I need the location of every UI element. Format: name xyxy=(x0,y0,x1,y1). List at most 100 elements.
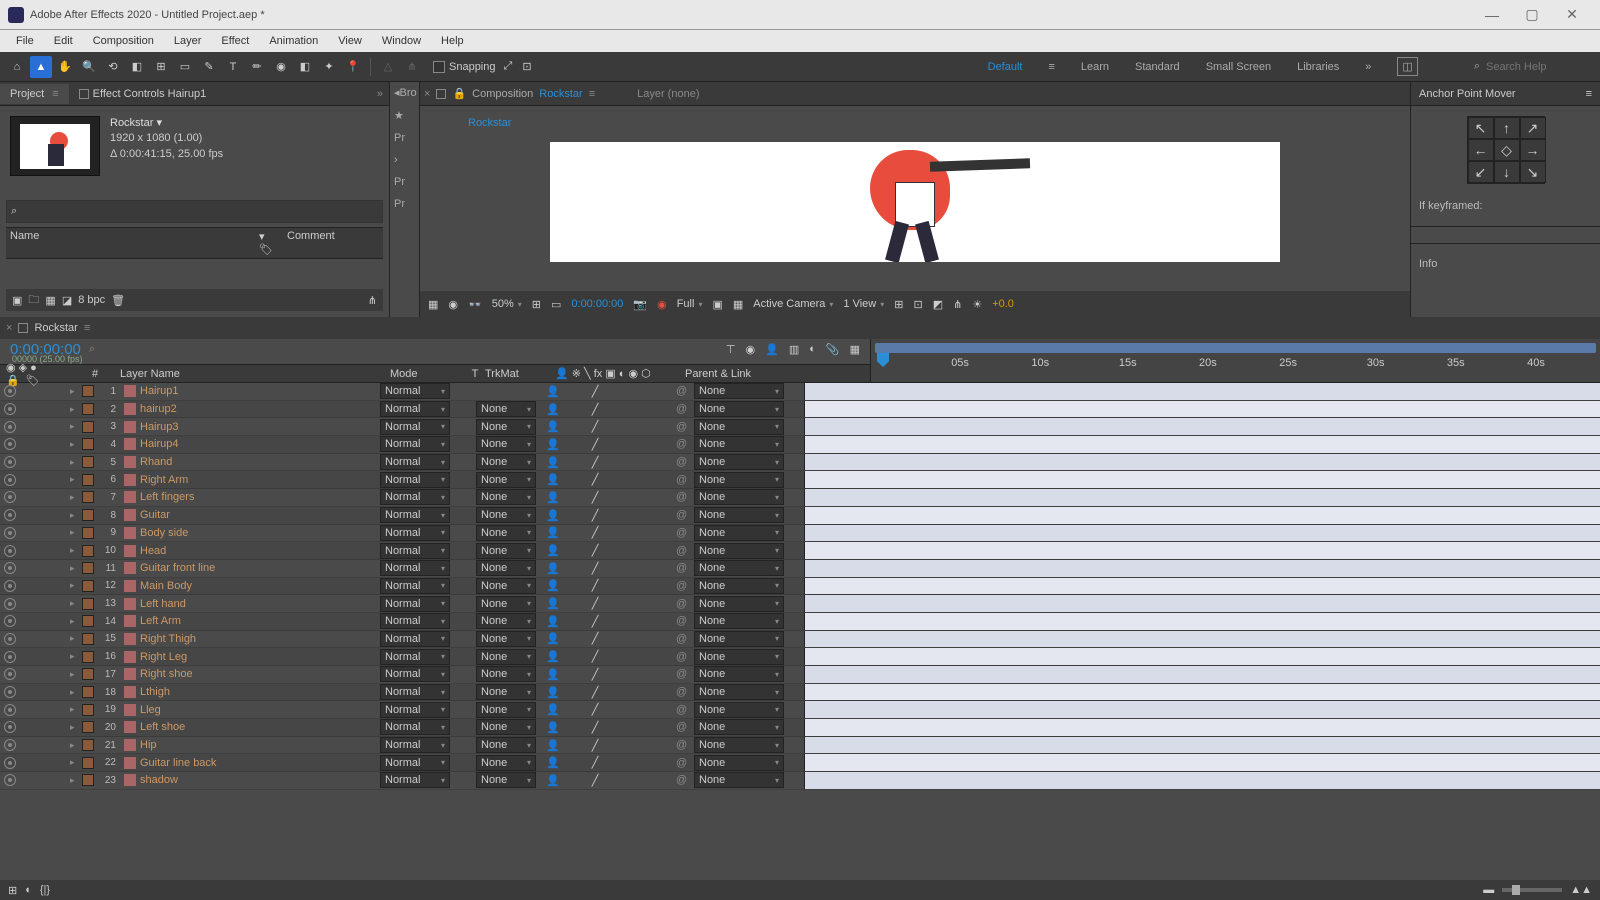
toggle-modes-icon[interactable]: ◐ xyxy=(25,884,32,896)
pickwhip-icon[interactable]: @ xyxy=(676,668,694,680)
layer-row[interactable]: ▸ 11 Guitar front line Normal▾ None▾ 👤╱ … xyxy=(0,560,1600,578)
pickwhip-icon[interactable]: @ xyxy=(676,474,694,486)
collapse-switch[interactable]: ╱ xyxy=(592,615,599,628)
visibility-toggle[interactable] xyxy=(4,739,16,751)
pickwhip-icon[interactable]: @ xyxy=(676,438,694,450)
layer-bar[interactable] xyxy=(804,631,1600,648)
parent-dropdown[interactable]: None▾ xyxy=(694,489,784,505)
help-search[interactable]: ⌕ xyxy=(1474,60,1586,73)
parent-dropdown[interactable]: None▾ xyxy=(694,613,784,629)
col-layer-name[interactable]: Layer Name xyxy=(120,368,390,380)
collapse-switch[interactable]: ╱ xyxy=(592,703,599,716)
trkmat-dropdown[interactable]: None▾ xyxy=(476,666,536,682)
shy-switch[interactable]: 👤 xyxy=(546,579,560,592)
brush-tool[interactable]: ✏ xyxy=(246,56,268,78)
parent-dropdown[interactable]: None▾ xyxy=(694,684,784,700)
zoom-slider[interactable] xyxy=(1502,888,1562,892)
visibility-toggle[interactable] xyxy=(4,615,16,627)
pickwhip-icon[interactable]: @ xyxy=(676,633,694,645)
layer-row[interactable]: ▸ 10 Head Normal▾ None▾ 👤╱ @ None▾ xyxy=(0,542,1600,560)
comp-tab-name[interactable]: Rockstar xyxy=(539,88,582,100)
bro-item[interactable]: Pr xyxy=(394,132,415,144)
layer-row[interactable]: ▸ 13 Left hand Normal▾ None▾ 👤╱ @ None▾ xyxy=(0,595,1600,613)
blend-mode-dropdown[interactable]: Normal▾ xyxy=(380,489,450,505)
menu-effect[interactable]: Effect xyxy=(211,33,259,49)
trkmat-dropdown[interactable]: None▾ xyxy=(476,454,536,470)
visibility-toggle[interactable] xyxy=(4,704,16,716)
layer-row[interactable]: ▸ 1 Hairup1 Normal▾ 👤╱ @ None▾ xyxy=(0,383,1600,401)
layer-name[interactable]: Left shoe xyxy=(140,721,380,733)
col-comment[interactable]: Comment xyxy=(279,230,379,256)
parent-dropdown[interactable]: None▾ xyxy=(694,596,784,612)
visibility-toggle[interactable] xyxy=(4,721,16,733)
pickwhip-icon[interactable]: @ xyxy=(676,704,694,716)
pickwhip-icon[interactable]: @ xyxy=(676,721,694,733)
trkmat-dropdown[interactable]: None▾ xyxy=(476,719,536,735)
trkmat-dropdown[interactable]: None▾ xyxy=(476,401,536,417)
toggle-in-out-icon[interactable]: {|} xyxy=(40,884,50,896)
lock-icon[interactable]: 🔒 xyxy=(452,87,466,100)
twirl-icon[interactable]: ▸ xyxy=(70,740,82,751)
trkmat-dropdown[interactable]: None▾ xyxy=(476,596,536,612)
blend-mode-dropdown[interactable]: Normal▾ xyxy=(380,737,450,753)
parent-dropdown[interactable]: None▾ xyxy=(694,719,784,735)
label-color[interactable] xyxy=(82,456,94,468)
pickwhip-icon[interactable]: @ xyxy=(676,739,694,751)
twirl-icon[interactable]: ▸ xyxy=(70,439,82,450)
anchor-t[interactable]: ↑ xyxy=(1494,117,1520,139)
blend-mode-dropdown[interactable]: Normal▾ xyxy=(380,543,450,559)
anchor-c[interactable]: ◇ xyxy=(1494,139,1520,161)
twirl-icon[interactable]: ▸ xyxy=(70,386,82,397)
layer-row[interactable]: ▸ 7 Left fingers Normal▾ None▾ 👤╱ @ None… xyxy=(0,489,1600,507)
blend-mode-dropdown[interactable]: Normal▾ xyxy=(380,772,450,788)
blend-mode-dropdown[interactable]: Normal▾ xyxy=(380,383,450,399)
trkmat-dropdown[interactable]: None▾ xyxy=(476,560,536,576)
collapse-switch[interactable]: ╱ xyxy=(592,668,599,681)
parent-dropdown[interactable]: None▾ xyxy=(694,560,784,576)
parent-dropdown[interactable]: None▾ xyxy=(694,525,784,541)
eraser-tool[interactable]: ◧ xyxy=(294,56,316,78)
workspace-menu-icon[interactable]: ≡ xyxy=(1048,61,1054,73)
shy-switch[interactable]: 👤 xyxy=(546,615,560,628)
view-dropdown[interactable]: 1 View xyxy=(843,298,884,310)
layer-name[interactable]: Left hand xyxy=(140,598,380,610)
comp-name[interactable]: Rockstar ▾ xyxy=(110,116,223,131)
collapse-switch[interactable]: ╱ xyxy=(592,739,599,752)
menu-layer[interactable]: Layer xyxy=(164,33,212,49)
shy-switch[interactable]: 👤 xyxy=(546,562,560,575)
twirl-icon[interactable]: ▸ xyxy=(70,704,82,715)
blend-mode-dropdown[interactable]: Normal▾ xyxy=(380,719,450,735)
label-color[interactable] xyxy=(82,633,94,645)
parent-dropdown[interactable]: None▾ xyxy=(694,543,784,559)
collapse-switch[interactable]: ╱ xyxy=(592,473,599,486)
layer-name[interactable]: Hip xyxy=(140,739,380,751)
flow-icon[interactable]: ⋔ xyxy=(368,294,377,307)
pickwhip-icon[interactable]: @ xyxy=(676,774,694,786)
parent-dropdown[interactable]: None▾ xyxy=(694,401,784,417)
layer-bar[interactable] xyxy=(804,578,1600,595)
time-display[interactable]: 0:00:00:00 xyxy=(571,298,623,310)
layer-name[interactable]: Right Thigh xyxy=(140,633,380,645)
flow-icon[interactable]: ⋔ xyxy=(953,298,962,311)
collapse-switch[interactable]: ╱ xyxy=(592,420,599,433)
collapse-switch[interactable]: ╱ xyxy=(592,686,599,699)
blend-mode-dropdown[interactable]: Normal▾ xyxy=(380,525,450,541)
pixel-icon[interactable]: ⊞ xyxy=(894,298,903,311)
visibility-toggle[interactable] xyxy=(4,598,16,610)
layer-bar[interactable] xyxy=(804,701,1600,718)
layer-bar[interactable] xyxy=(804,418,1600,435)
zoom-tool[interactable]: 🔍 xyxy=(78,56,100,78)
blend-mode-dropdown[interactable]: Normal▾ xyxy=(380,419,450,435)
trkmat-dropdown[interactable]: None▾ xyxy=(476,436,536,452)
visibility-toggle[interactable] xyxy=(4,474,16,486)
layer-row[interactable]: ▸ 21 Hip Normal▾ None▾ 👤╱ @ None▾ xyxy=(0,737,1600,755)
pickwhip-icon[interactable]: @ xyxy=(676,580,694,592)
layer-name[interactable]: shadow xyxy=(140,774,380,786)
collapse-switch[interactable]: ╱ xyxy=(592,544,599,557)
collapse-switch[interactable]: ╱ xyxy=(592,509,599,522)
parent-dropdown[interactable]: None▾ xyxy=(694,772,784,788)
visibility-toggle[interactable] xyxy=(4,757,16,769)
zoom-dropdown[interactable]: 50% xyxy=(492,298,522,310)
twirl-icon[interactable]: ▸ xyxy=(70,527,82,538)
trkmat-dropdown[interactable]: None▾ xyxy=(476,525,536,541)
